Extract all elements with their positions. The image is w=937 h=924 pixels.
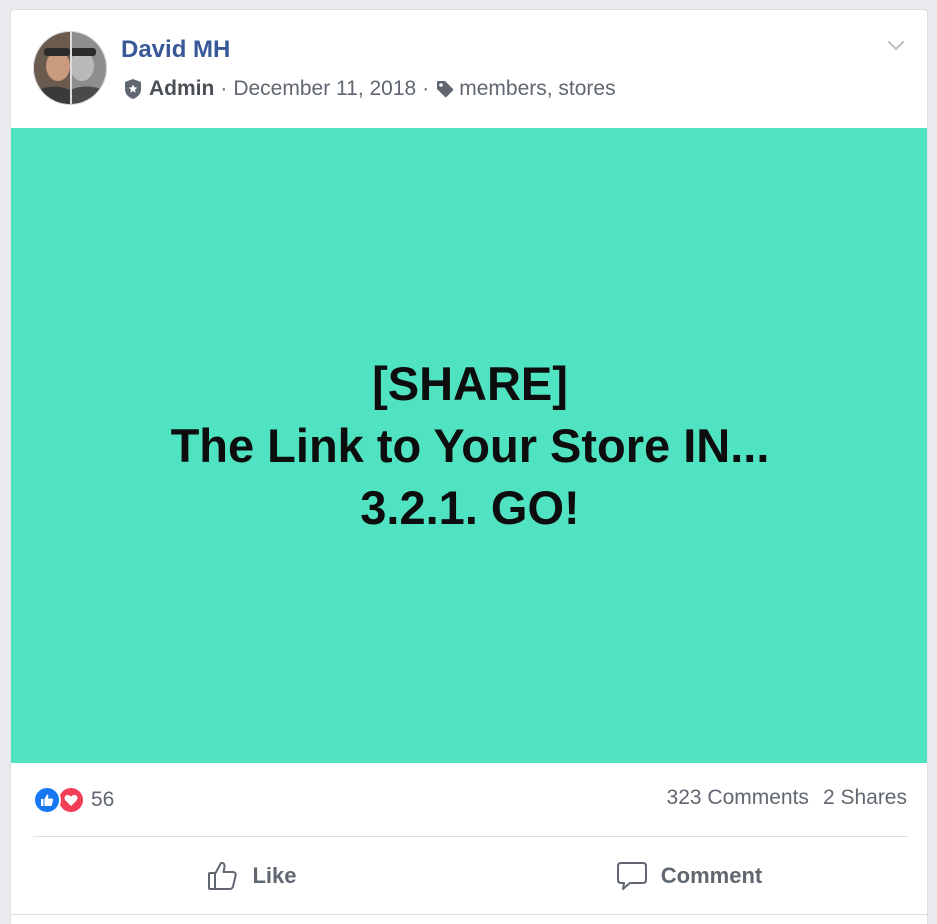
love-icon [57,786,85,814]
post-meta: Admin · December 11, 2018 · members, sto… [123,74,616,104]
post-card: David MH Admin · December 11, 2018 · mem… [10,9,928,924]
post-header: David MH Admin · December 11, 2018 · mem… [11,10,927,127]
image-text-line-2: The Link to Your Store IN... [170,418,770,472]
post-tags[interactable]: members, stores [459,77,615,101]
like-label: Like [252,863,297,888]
post-image[interactable]: [SHARE] The Link to Your Store IN... 3.2… [11,128,927,763]
tag-icon [437,81,454,98]
image-text-line-1: [SHARE] [372,356,568,410]
shares-count[interactable]: 2 Shares [823,786,907,810]
like-button[interactable]: Like [33,842,470,910]
post-actions: Like Comment [33,842,907,910]
comments-count[interactable]: 323 Comments [667,786,809,810]
reactions-summary[interactable]: 56 [33,785,114,815]
post-stats: 56 323 Comments 2 Shares [33,782,907,818]
post-date[interactable]: December 11, 2018 [233,77,416,101]
reaction-count: 56 [91,788,115,811]
engagement-counts: 323 Comments 2 Shares [667,786,907,810]
bottom-divider [11,914,927,915]
meta-separator: · [422,77,430,100]
chevron-down-icon[interactable] [885,34,907,56]
divider [33,836,907,837]
author-name[interactable]: David MH [121,36,230,64]
avatar[interactable] [33,31,107,105]
thumbs-up-icon [208,861,238,890]
image-text-line-3: 3.2.1. GO! [360,480,580,534]
like-icon [33,786,61,814]
avatar-image [34,32,106,104]
admin-badge: Admin [149,77,215,100]
admin-shield-icon [125,79,141,99]
meta-separator: · [220,77,228,100]
comment-icon [616,862,647,890]
comment-label: Comment [660,863,763,888]
comment-button[interactable]: Comment [470,842,907,910]
